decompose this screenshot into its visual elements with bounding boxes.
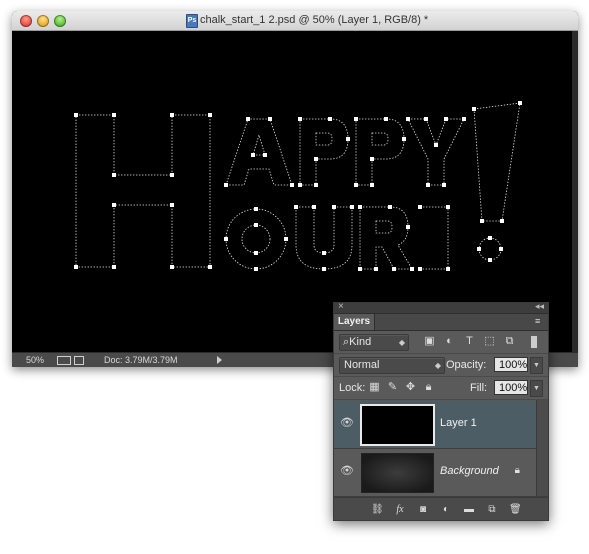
title-bar[interactable]: Ps chalk_start_1 2.psd @ 50% (Layer 1, R… — [12, 11, 578, 31]
lock-icon: 🔒︎ — [514, 465, 520, 476]
status-menu-arrow-icon[interactable] — [217, 356, 222, 364]
panel-footer: ⛓ fx ◙ ◐ ▬ ⧉ 🗑︎ — [334, 497, 548, 520]
eye-icon[interactable]: 👁︎ — [340, 418, 354, 429]
minimize-window-button[interactable] — [37, 15, 49, 27]
filter-kind-select[interactable]: ⌕Kind ◆ — [339, 334, 409, 351]
anchor-points — [74, 101, 522, 271]
lock-transparent-icon[interactable]: ▦ — [369, 382, 380, 393]
vertical-scrollbar[interactable] — [572, 31, 578, 353]
filter-row: ⌕Kind ◆ ▣ ◐ T ⬚ ⧉ — [334, 331, 548, 354]
chevron-updown-icon: ◆ — [434, 361, 441, 370]
filter-smart-object-icon[interactable]: ⧉ — [504, 336, 515, 347]
close-window-button[interactable] — [20, 15, 32, 27]
layer-name[interactable]: Layer 1 — [440, 417, 477, 429]
search-icon: ⌕ — [343, 336, 350, 348]
layers-scrollbar[interactable] — [536, 400, 548, 496]
lock-position-icon[interactable]: ✥ — [405, 382, 416, 393]
panel-menu-icon[interactable]: ≡ — [535, 317, 544, 326]
fill-dropdown-icon[interactable]: ▼ — [530, 380, 543, 397]
filter-toggle[interactable] — [531, 336, 537, 348]
filter-adjustment-icon[interactable]: ◐ — [444, 336, 455, 347]
panel-header[interactable]: × ◂◂ — [334, 301, 548, 314]
blend-mode-label: Normal — [344, 359, 380, 371]
layer-row-background[interactable]: 👁︎ Background 🔒︎ — [334, 449, 548, 497]
link-layers-icon[interactable]: ⛓ — [371, 504, 384, 515]
zoom-level[interactable]: 50% — [26, 355, 44, 365]
lock-label: Lock: — [339, 382, 366, 394]
new-layer-icon[interactable]: ⧉ — [486, 504, 498, 515]
chevron-updown-icon: ◆ — [398, 338, 405, 347]
panel-close-icon[interactable]: × — [338, 301, 344, 312]
opacity-dropdown-icon[interactable]: ▼ — [530, 357, 543, 374]
share-icon[interactable] — [74, 356, 84, 365]
panel-collapse-icon[interactable]: ◂◂ — [535, 301, 544, 312]
new-group-icon[interactable]: ▬ — [463, 504, 475, 515]
proof-icon[interactable] — [57, 356, 71, 365]
zoom-window-button[interactable] — [54, 15, 66, 27]
opacity-label: Opacity: — [446, 359, 487, 371]
lock-all-icon[interactable]: 🔒︎ — [423, 382, 434, 393]
add-mask-icon[interactable]: ◙ — [417, 504, 429, 515]
layer-thumbnail — [361, 453, 434, 493]
blend-mode-select[interactable]: Normal ◆ — [339, 357, 445, 374]
layer-name[interactable]: Background — [440, 465, 499, 477]
layers-panel: × ◂◂ Layers ≡ ⌕Kind ◆ ▣ ◐ T ⬚ ⧉ Normal ◆ O… — [333, 301, 549, 521]
layer-row-layer-1[interactable]: 👁︎ Layer 1 — [334, 401, 548, 449]
window-title: chalk_start_1 2.psd @ 50% (Layer 1, RGB/… — [200, 14, 429, 26]
fill-label: Fill: — [470, 382, 488, 394]
trash-icon[interactable]: 🗑︎ — [509, 504, 522, 515]
blend-row: Normal ◆ Opacity: 100% ▼ — [334, 354, 548, 377]
filter-type-icon[interactable]: T — [464, 336, 475, 347]
layer-thumbnail — [360, 404, 435, 446]
eye-icon[interactable]: 👁︎ — [340, 466, 354, 477]
filter-shape-icon[interactable]: ⬚ — [484, 336, 495, 347]
filter-kind-label: Kind — [349, 336, 372, 348]
lock-row: Lock: ▦ ✎ ✥ 🔒︎ Fill: 100% ▼ — [334, 377, 548, 400]
tab-layers[interactable]: Layers — [334, 314, 375, 330]
filter-pixel-icon[interactable]: ▣ — [424, 336, 435, 347]
adjustment-layer-icon[interactable]: ◐ — [440, 504, 452, 515]
fill-input[interactable]: 100% — [494, 380, 528, 395]
lock-image-icon[interactable]: ✎ — [387, 382, 398, 393]
psd-file-icon: Ps — [186, 14, 198, 28]
opacity-input[interactable]: 100% — [494, 357, 528, 372]
panel-tabs: Layers ≡ — [334, 314, 548, 331]
doc-size: Doc: 3.79M/3.79M — [104, 355, 178, 365]
fx-icon[interactable]: fx — [394, 504, 406, 515]
